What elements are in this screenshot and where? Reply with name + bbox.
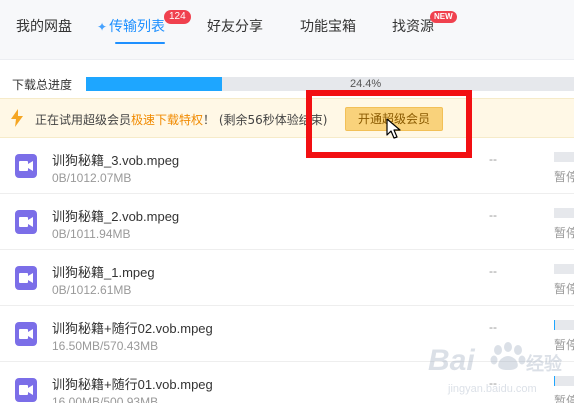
task-progress-bar	[554, 320, 574, 330]
mouse-cursor-icon	[386, 118, 401, 139]
task-row[interactable]: 训狗秘籍_2.vob.mpeg 0B/1011.94MB -- 暂停	[0, 194, 574, 250]
task-status: 暂停	[554, 226, 574, 240]
task-progress-bar	[554, 208, 574, 218]
task-row[interactable]: 训狗秘籍+随行02.vob.mpeg 16.50MB/570.43MB -- 暂…	[0, 306, 574, 362]
video-file-icon	[15, 378, 37, 402]
download-speed: --	[489, 320, 497, 334]
task-progress-bar	[554, 376, 574, 386]
total-progress-label: 下载总进度	[12, 78, 73, 92]
lightning-icon	[11, 109, 23, 127]
tab-friend-share[interactable]: 好友分享	[207, 16, 263, 36]
download-speed: --	[489, 376, 497, 390]
trial-message: 正在试用超级会员极速下载特权！ (剩余56秒体验结束)	[35, 111, 327, 128]
task-progress-fill	[554, 376, 555, 386]
tab-label: 我的网盘	[16, 19, 72, 35]
trial-message-highlight: 极速下载特权	[131, 113, 204, 127]
task-status: 暂停	[554, 282, 574, 296]
file-name: 训狗秘籍_2.vob.mpeg	[52, 209, 180, 224]
download-speed: --	[489, 264, 497, 278]
file-name: 训狗秘籍_3.vob.mpeg	[52, 153, 180, 168]
task-status: 暂停	[554, 170, 574, 184]
file-size: 16.50MB/570.43MB	[52, 339, 159, 353]
trial-message-prefix: 正在试用超级会员	[35, 113, 132, 127]
task-progress-bar	[554, 264, 574, 274]
file-name: 训狗秘籍+随行01.vob.mpeg	[52, 377, 213, 392]
tab-toolbox[interactable]: 功能宝箱	[300, 16, 356, 36]
file-size: 0B/1012.07MB	[52, 171, 132, 185]
video-file-icon	[15, 266, 37, 290]
file-name: 训狗秘籍_1.mpeg	[52, 265, 155, 280]
video-file-icon	[15, 322, 37, 346]
file-size: 16.00MB/500.93MB	[52, 395, 159, 403]
total-progress-bar	[86, 77, 574, 91]
total-progress-percent: 24.4%	[350, 78, 382, 90]
task-progress-fill	[554, 320, 555, 330]
tab-label: 找资源	[392, 19, 434, 35]
file-name: 训狗秘籍+随行02.vob.mpeg	[52, 321, 213, 336]
tab-my-netdisk[interactable]: 我的网盘	[16, 16, 72, 36]
download-speed: --	[489, 152, 497, 166]
file-size: 0B/1012.61MB	[52, 283, 132, 297]
tab-label: 好友分享	[207, 19, 263, 35]
task-status: 暂停	[554, 394, 574, 403]
tab-label: 功能宝箱	[300, 19, 356, 35]
task-progress-bar	[554, 152, 574, 162]
video-file-icon	[15, 154, 37, 178]
file-size: 0B/1011.94MB	[52, 227, 131, 241]
task-status: 暂停	[554, 338, 574, 352]
task-row[interactable]: 训狗秘籍_1.mpeg 0B/1012.61MB -- 暂停	[0, 250, 574, 306]
task-row[interactable]: 训狗秘籍_3.vob.mpeg 0B/1012.07MB -- 暂停	[0, 138, 574, 194]
sparkle-icon: ✦	[97, 20, 108, 34]
tab-label: 传输列表	[109, 19, 166, 35]
new-badge: NEW	[430, 11, 457, 23]
transfer-count-badge: 124	[164, 10, 191, 24]
tab-find-resources[interactable]: 找资源	[392, 16, 434, 36]
trial-banner: 正在试用超级会员极速下载特权！ (剩余56秒体验结束) 开通超级会员	[0, 98, 574, 138]
video-file-icon	[15, 210, 37, 234]
tab-transfer-list[interactable]: ✦ 传输列表	[97, 16, 166, 44]
trial-message-suffix: ！ (剩余56秒体验结束)	[203, 113, 328, 127]
top-navigation: 我的网盘 ✦ 传输列表 124 好友分享 功能宝箱 找资源 NEW	[0, 0, 574, 60]
total-progress-fill	[86, 77, 223, 91]
task-row[interactable]: 训狗秘籍+随行01.vob.mpeg 16.00MB/500.93MB -- 暂…	[0, 362, 574, 403]
active-tab-indicator	[115, 42, 166, 44]
total-progress-row: 下载总进度 24.4%	[0, 60, 574, 98]
download-speed: --	[489, 208, 497, 222]
